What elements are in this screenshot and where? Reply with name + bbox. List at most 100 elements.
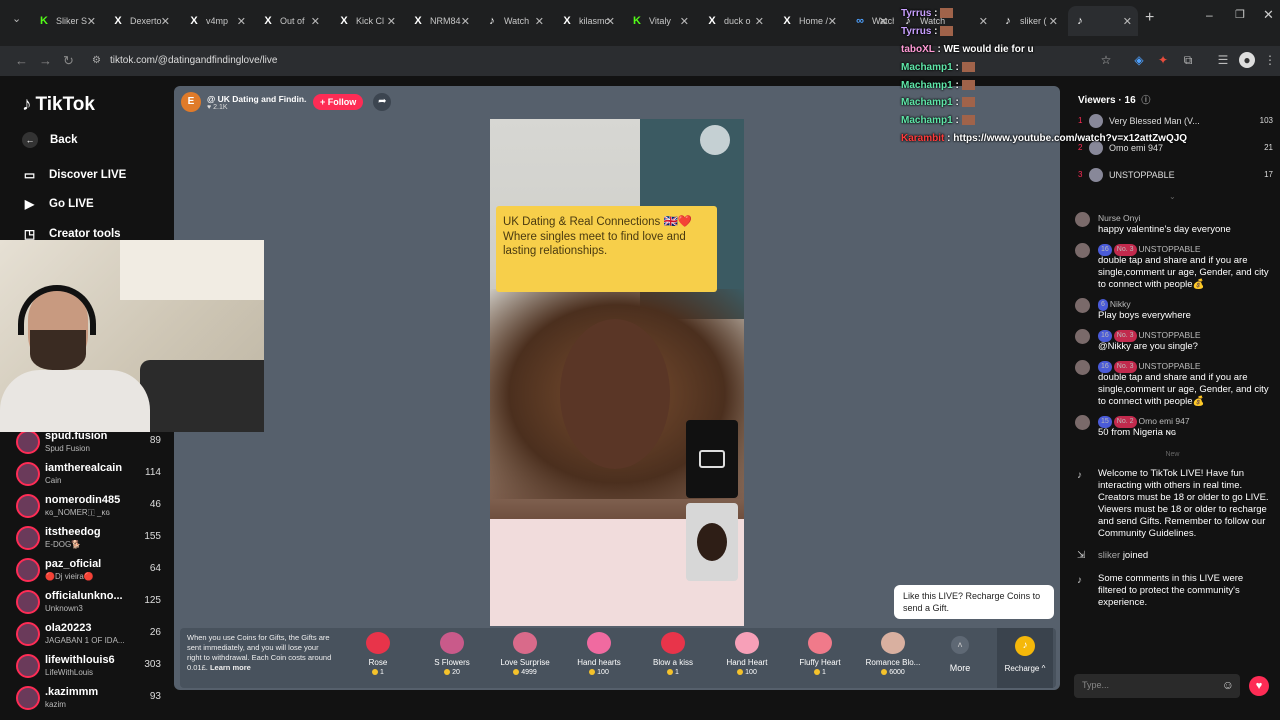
browser-tab[interactable]: Xv4mp ✕	[182, 6, 252, 36]
tab-search-icon[interactable]: ⌄	[12, 12, 21, 25]
nav-creator-tools[interactable]: ◳ Creator tools	[22, 227, 121, 241]
live-channel-item[interactable]: officialunkno... Unknown3 125	[16, 588, 161, 618]
learn-more-link[interactable]: Learn more	[210, 663, 251, 672]
live-channel-item[interactable]: itstheedog E-DOG🐕 155	[16, 524, 161, 554]
chat-username[interactable]: UNSTOPPABLE	[1139, 330, 1201, 340]
chat-avatar[interactable]	[1075, 243, 1090, 258]
browser-tab[interactable]: ♪ Watch ✕	[480, 6, 550, 36]
browser-tab[interactable]: X Dexerto ✕	[106, 6, 176, 36]
emoji-icon[interactable]: ☺	[1222, 678, 1234, 692]
chat-username[interactable]: Nurse Onyi	[1098, 213, 1141, 223]
gift-item[interactable]: Blow a kiss 1	[638, 632, 708, 676]
reading-list-icon[interactable]: ☰	[1215, 52, 1231, 68]
chat-username[interactable]: Nikky	[1110, 299, 1131, 309]
url-field[interactable]: ⚙ tiktok.com/@datingandfindinglove/live	[92, 51, 892, 71]
chat-avatar[interactable]	[1075, 298, 1090, 313]
tiktok-logo[interactable]: ♪ TikTok	[22, 94, 95, 116]
gift-item[interactable]: Hand Heart 100	[712, 632, 782, 676]
tab-close-icon[interactable]: ✕	[606, 15, 615, 28]
nav-discover-live[interactable]: ▭ Discover LIVE	[22, 168, 127, 182]
close-window-icon[interactable]: ✕	[1263, 7, 1274, 23]
browser-tab[interactable]: Xkilasmc ✕	[555, 6, 621, 36]
live-channel-item[interactable]: nomerodin485 ᴋɢ_NOMER🇮 _ᴋɢ 46	[16, 492, 161, 522]
gift-item[interactable]: Romance Blo... 6000	[858, 632, 928, 676]
chat-avatar[interactable]	[1075, 415, 1090, 430]
channel-viewer-count: 26	[149, 627, 161, 638]
tab-close-icon[interactable]: ✕	[879, 15, 888, 28]
host-avatar[interactable]: E	[181, 92, 201, 112]
chat-avatar[interactable]	[1075, 329, 1090, 344]
join-user[interactable]: sliker	[1098, 550, 1120, 561]
tab-close-icon[interactable]: ✕	[161, 15, 170, 28]
gift-item[interactable]: Hand hearts 100	[564, 632, 634, 676]
extension-icon-2[interactable]: ✦	[1155, 52, 1171, 68]
live-channel-item[interactable]: lifewithlouis6 LifeWithLouis 303	[16, 652, 161, 682]
browser-tab[interactable]: K Sliker S ✕	[32, 6, 102, 36]
browser-tab[interactable]: X Out of ✕	[256, 6, 326, 36]
bookmark-star-icon[interactable]: ☆	[1098, 52, 1114, 68]
channel-name: itstheedog	[45, 526, 101, 538]
tab-close-icon[interactable]: ✕	[979, 15, 988, 28]
browser-tab[interactable]: X Kick Cl ✕	[332, 6, 402, 36]
gift-item[interactable]: Fluffy Heart 1	[785, 632, 855, 676]
browser-tab[interactable]: X NRM84 ✕	[406, 6, 476, 36]
forward-icon[interactable]: →	[39, 53, 52, 68]
reload-icon[interactable]: ↻	[63, 53, 74, 69]
extension-icon[interactable]: ◈	[1131, 52, 1147, 68]
tab-close-icon[interactable]: ✕	[755, 15, 764, 28]
profile-avatar-icon[interactable]: ●	[1239, 52, 1255, 68]
live-channel-item[interactable]: ola20223 JAGABAN 1 OF IDA... 26	[16, 620, 161, 650]
tab-close-icon[interactable]: ✕	[461, 15, 470, 28]
viewers-expand-icon[interactable]: ⌄	[1169, 192, 1176, 201]
back-icon[interactable]: ←	[15, 53, 28, 68]
extensions-puzzle-icon[interactable]: ⧉	[1180, 52, 1196, 68]
tab-close-icon[interactable]: ✕	[828, 15, 837, 28]
browser-tab[interactable]: ♪ sliker (✕	[996, 6, 1064, 36]
live-channel-item[interactable]: iamtherealcain Cain 114	[16, 460, 161, 490]
tab-label: Out of	[280, 16, 305, 26]
live-channel-item[interactable]: paz_oficial 🔴Dj vieira🔴 64	[16, 556, 161, 586]
chat-username[interactable]: Omo emi 947	[1139, 416, 1190, 426]
follow-button[interactable]: + Follow	[313, 94, 364, 110]
chat-input[interactable]: Type... ☺	[1074, 674, 1240, 698]
tab-close-icon[interactable]: ✕	[311, 15, 320, 28]
gift-item[interactable]: Rose 1	[343, 632, 413, 676]
gift-item[interactable]: S Flowers 20	[417, 632, 487, 676]
gift-item[interactable]: Love Surprise 4999	[490, 632, 560, 676]
live-channel-item[interactable]: spud.fusion Spud Fusion 89	[16, 428, 161, 458]
nav-go-live[interactable]: ▶ Go LIVE	[22, 197, 94, 211]
guest-box-person[interactable]	[686, 503, 738, 581]
like-heart-button[interactable]: ♥	[1249, 676, 1269, 696]
tab-close-icon[interactable]: ✕	[87, 15, 96, 28]
tab-close-icon[interactable]: ✕	[387, 15, 396, 28]
back-link[interactable]: ← Back	[22, 132, 78, 148]
chat-avatar[interactable]	[1075, 360, 1090, 375]
chat-username[interactable]: UNSTOPPABLE	[1139, 361, 1201, 371]
chat-username[interactable]: UNSTOPPABLE	[1139, 244, 1201, 254]
guest-box-logo[interactable]	[686, 420, 738, 498]
tab-close-icon[interactable]: ✕	[535, 15, 544, 28]
site-info-icon[interactable]: ⚙	[92, 51, 101, 71]
browser-tab[interactable]: ♪ ✕	[1068, 6, 1138, 36]
minimize-icon[interactable]: –	[1206, 8, 1213, 22]
viewer-row[interactable]: 1 Very Blessed Man (V... 103	[1078, 114, 1273, 130]
viewer-row[interactable]: 3 UNSTOPPABLE 17	[1078, 168, 1273, 184]
more-gifts-button[interactable]: ˄ More	[940, 636, 980, 673]
chat-avatar[interactable]	[1075, 212, 1090, 227]
new-tab-icon[interactable]: +	[1145, 9, 1154, 27]
browser-menu-icon[interactable]: ⋮	[1262, 52, 1278, 68]
tab-close-icon[interactable]: ✕	[1049, 15, 1058, 28]
share-icon[interactable]: ➦	[373, 93, 392, 111]
host-name[interactable]: @ UK Dating and Findin...	[207, 94, 307, 104]
info-icon[interactable]: ⓘ	[1141, 95, 1150, 105]
tab-close-icon[interactable]: ✕	[680, 15, 689, 28]
live-channel-item[interactable]: .kazimmm kazim 93	[16, 684, 161, 714]
browser-tab[interactable]: Xduck o ✕	[700, 6, 770, 36]
recharge-button[interactable]: ♪ Recharge ^	[997, 628, 1053, 688]
browser-tab[interactable]: K Vitaly ✕	[625, 6, 695, 36]
browser-tab[interactable]: X Home / ✕	[775, 6, 843, 36]
browser-tab[interactable]: ∞Watch✕	[848, 6, 894, 36]
restore-icon[interactable]: ❐	[1235, 8, 1245, 21]
tab-close-icon[interactable]: ✕	[237, 15, 246, 28]
tab-close-icon[interactable]: ✕	[1123, 15, 1132, 28]
